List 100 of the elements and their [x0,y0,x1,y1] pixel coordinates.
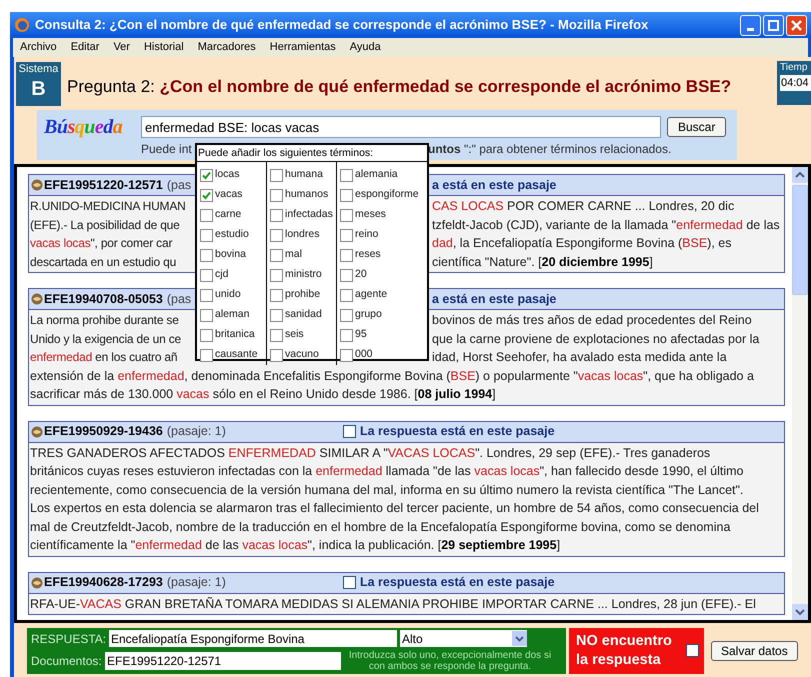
checkbox[interactable] [340,168,353,182]
term-label: vacuno [285,347,319,362]
checkbox[interactable] [340,348,353,362]
term-label: meses [355,207,386,222]
term-label: vacas [215,187,242,202]
system-label: Sistema [18,62,58,76]
checkbox[interactable] [200,328,213,342]
term-label: estudio [215,227,249,242]
checkbox[interactable] [343,576,356,589]
scrollbar[interactable] [792,167,808,620]
checkbox[interactable] [200,208,213,222]
checkbox[interactable] [686,644,699,657]
checkbox[interactable] [200,188,213,202]
checkbox[interactable] [200,228,213,242]
checkbox[interactable] [270,268,283,282]
passage-text: (EFE).- La posibilidad de que [30,218,180,232]
checkbox[interactable] [270,248,283,262]
passage-text: tzfeldt-Jacob (CJD), variante de la llamada "enfermedad de las [432,216,780,234]
menu-item[interactable]: Herramientas [270,39,336,56]
answer-field[interactable]: Encefaliopatía Espongiforme Bovina [109,630,397,647]
checkbox[interactable] [343,425,356,438]
search-field[interactable]: enfermedad BSE: locas vacas [141,116,661,138]
checkbox[interactable] [270,328,283,342]
minimize-button[interactable] [740,14,761,36]
checkbox[interactable] [270,228,283,242]
term-label: espongiforme [355,187,419,202]
term-label: sanidad [285,307,322,322]
passage-text: RFA-UE-VACAS GRAN BRETAÑA TOMARA MEDIDAS SI ALEMANIA PROHIBE IMPORTAR CARNE ... Londres, 28 jun (EFE).- El [30,596,757,613]
term-label: locas [215,167,240,182]
checkbox[interactable] [340,288,353,302]
passage-text: vacas locas", por comer car [30,236,172,250]
passage-label: (pas [166,176,192,194]
checkbox[interactable] [200,308,213,322]
document-id: EFE19951220-12571 [44,176,163,194]
passage-text: extensión de la enfermedad, denominada Encefalitis Espongiforme Bovina (BSE) o popularmente "vacas locas", que ha obligado a [30,368,755,385]
checkbox[interactable] [270,208,283,222]
checkbox[interactable] [270,348,283,362]
menu-item[interactable]: Ayuda [350,39,381,56]
term-label: cjd [215,267,228,282]
checkbox[interactable] [340,208,353,222]
checkbox[interactable] [200,348,213,362]
passage-text: científica "Nature". [20 diciembre 1995] [432,254,653,271]
confidence-dropdown[interactable]: Alto [400,630,527,647]
scroll-up-icon [792,167,808,183]
checkbox[interactable] [340,308,353,322]
search-button[interactable]: Buscar [667,117,726,137]
term-label: mal [285,247,302,262]
search-logo: Búsqueda [44,116,122,138]
term-label: grupo [355,307,382,322]
dropdown-caret-icon [512,631,527,646]
menu-item[interactable]: Editar [70,39,100,56]
document-id: EFE19940708-05053 [44,290,163,308]
checkbox[interactable] [200,168,213,182]
term-label: prohibe [285,287,320,302]
term-label: alemania [355,167,398,182]
passage-label: (pasaje: 1) [166,423,226,440]
term-label: londres [285,227,320,242]
checkbox[interactable] [200,288,213,302]
checkbox[interactable] [270,168,283,182]
help-text-start: Puede int [141,142,192,156]
menu-item[interactable]: Archivo [20,39,57,56]
checkbox[interactable] [270,288,283,302]
term-label: unido [215,287,241,302]
close-icon [791,20,802,30]
term-label: bovina [215,247,246,262]
checkbox[interactable] [340,188,353,202]
document-id: EFE19950929-19436 [44,423,163,440]
passage-label: (pasaje: 1) [166,574,226,592]
checkbox[interactable] [340,228,353,242]
passage-text: R.UNIDO-MEDICINA HUMAN [30,199,186,213]
menu-item[interactable]: Ver [113,39,130,56]
answer-label: La respuesta está en este pasaje [360,423,555,440]
term-label: reses [355,247,381,262]
passage-text: científicamente la "enfermedad de las vacas locas", indica la publicación. [29 septiembre 1995] [30,537,562,554]
menu-item[interactable]: Historial [144,39,184,56]
scroll-thumb[interactable] [792,185,808,295]
term-label: 20 [355,267,367,282]
checkbox[interactable] [270,308,283,322]
close-button[interactable] [786,14,807,36]
checkbox[interactable] [340,328,353,342]
passage-text: La norma prohibe durante se [30,313,179,327]
documents-field[interactable]: EFE19951220-12571 [105,652,341,670]
passage-text: bovinos de más tres años de edad procedentes del Reino [432,312,752,329]
passage-text: sacrificar más de 130.000 vacas sólo en el Reino Unido desde 1986. [08 julio 1994] [30,386,497,403]
checkbox[interactable] [200,268,213,282]
checkbox[interactable] [340,268,353,282]
checkbox[interactable] [340,248,353,262]
passage-text: descartada en un estudio qu [30,254,176,268]
menu-item[interactable]: Marcadores [198,39,256,56]
passage-text: dad, la Encefaliopatía Espongiforme Bovina (BSE), es [432,235,732,252]
passage-label: (pas [166,290,192,308]
save-button[interactable]: Salvar datos [711,640,798,660]
popup-title: Puede añadir los siguientes términos: [197,145,427,162]
maximize-button[interactable] [763,14,784,36]
checkbox[interactable] [270,188,283,202]
passage-text: TRES GANADEROS AFECTADOS ENFERMEDAD SIMILAR A "VACAS LOCAS". Londres, 29 sep (EFE).- Tres ganaderos [30,444,712,462]
passage-text: Unido y la exigencia de un ce [30,332,181,346]
checkbox[interactable] [200,248,213,262]
term-label: britanica [215,327,255,342]
term-label: causante [215,347,258,362]
